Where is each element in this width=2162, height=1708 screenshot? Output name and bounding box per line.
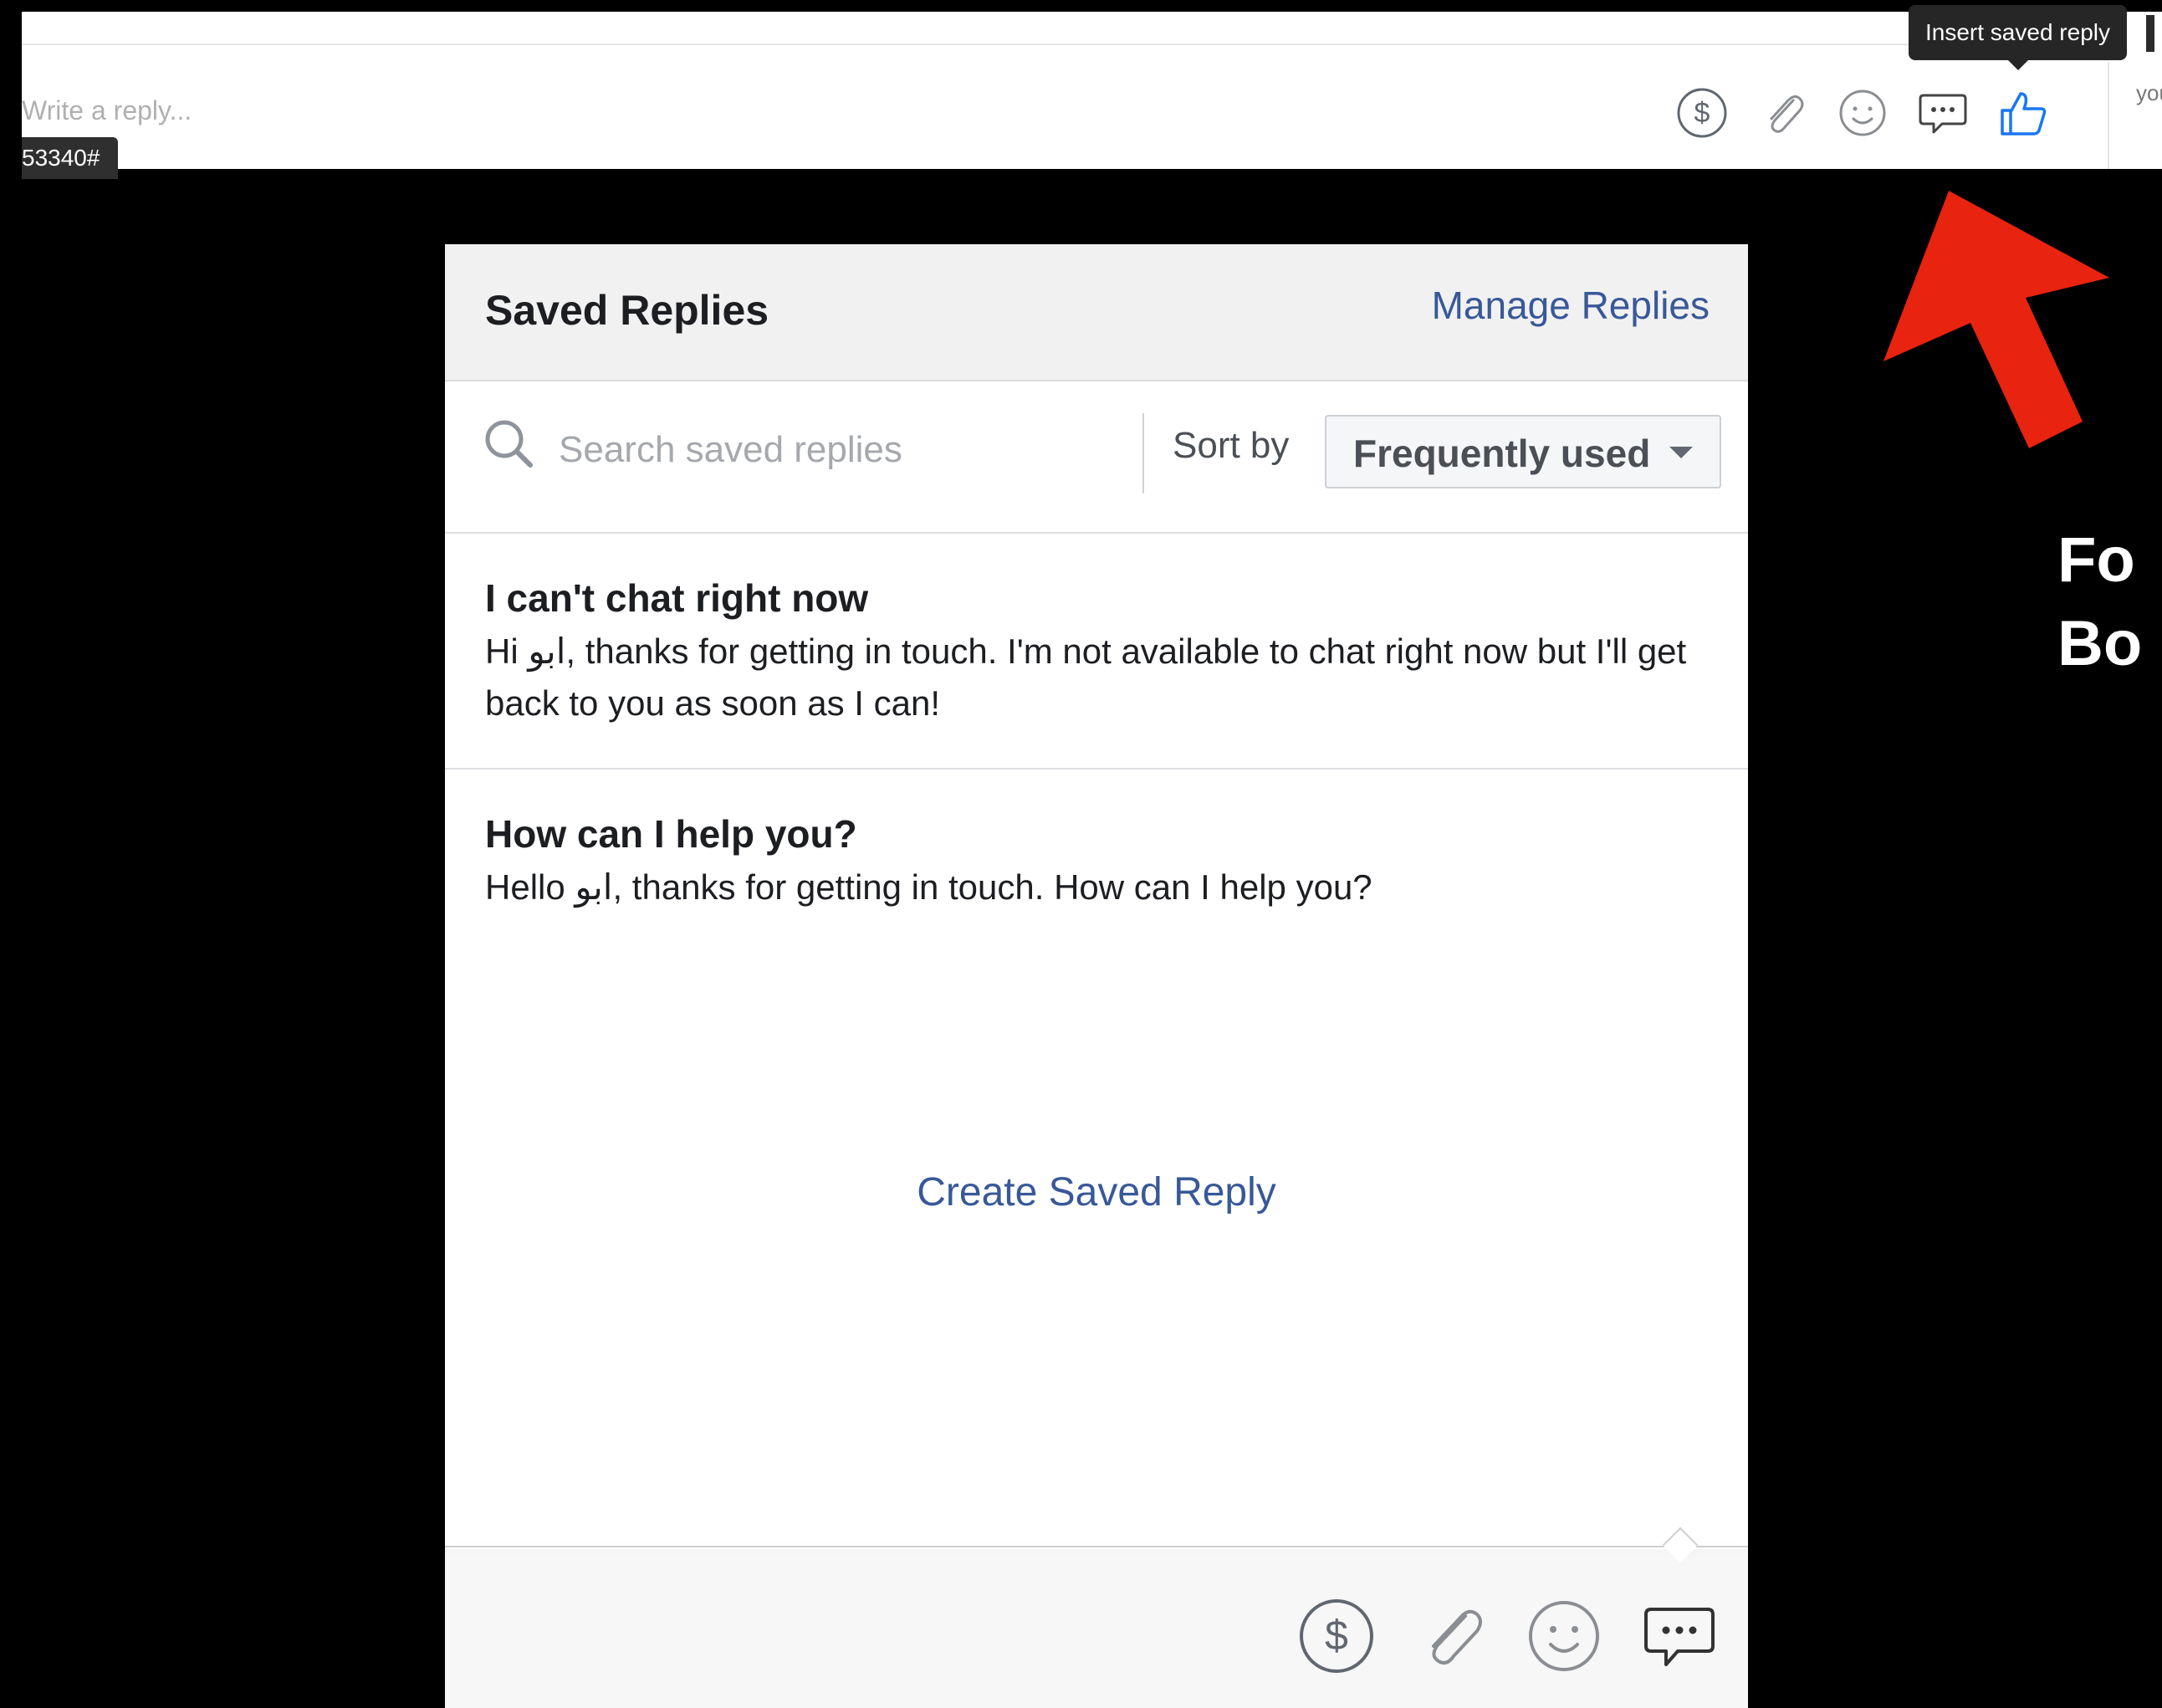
thumbs-up-icon[interactable] [1996,85,2051,141]
search-input[interactable] [559,425,1102,475]
tooltip-edge [2146,15,2154,52]
saved-reply-icon[interactable] [1915,85,1970,141]
sort-label: Sort by [1173,425,1290,466]
panel-header: Saved Replies Manage Replies [445,244,1748,381]
paperclip-icon[interactable] [1410,1596,1490,1676]
annotation-text: Fo Bo [2057,519,2142,686]
manage-replies-link[interactable]: Manage Replies [1432,283,1710,328]
side-panel-text: your [2136,80,2162,105]
svg-text:$: $ [1694,97,1710,129]
divider [22,43,2113,45]
divider [1142,413,1144,493]
smiley-icon[interactable] [1835,85,1890,141]
caret-down-icon [1669,447,1693,458]
saved-reply-item[interactable]: How can I help you? Hello ابو, thanks fo… [445,770,1748,937]
annotation-line-2: Bo [2057,608,2143,679]
saved-reply-icon[interactable] [1639,1596,1720,1676]
search-icon [485,420,533,468]
dollar-icon[interactable]: $ [1296,1596,1377,1676]
divider [2108,62,2109,169]
composer-bar: 53340# your $ [22,12,2162,179]
reply-title: How can I help you? [485,812,857,856]
reply-body: Hello ابو, thanks for getting in touch. … [485,867,1372,907]
dollar-icon[interactable]: $ [1674,85,1730,141]
annotation-line-1: Fo [2057,524,2135,596]
conversation-id-tag: 53340# [22,137,119,179]
sort-selected-value: Frequently used [1353,432,1651,475]
create-saved-reply-link[interactable]: Create Saved Reply [445,1169,1748,1215]
reply-body: Hi ابو, thanks for getting in touch. I'm… [485,632,1687,723]
paperclip-icon[interactable] [1755,85,1810,141]
red-arrow-icon [1883,191,2109,448]
divider [445,1546,1748,1547]
tooltip: Insert saved reply [1909,5,2127,70]
sort-dropdown[interactable]: Frequently used [1325,415,1721,488]
search-row: Sort by Frequently used [445,381,1748,534]
smiley-icon[interactable] [1524,1596,1604,1676]
reply-title: I can't chat right now [485,576,869,620]
svg-text:$: $ [1325,1612,1348,1659]
saved-reply-item[interactable]: I can't chat right now Hi ابو, thanks fo… [445,534,1748,770]
saved-replies-panel: Saved Replies Manage Replies Sort by Fre… [445,244,1748,1708]
panel-title: Saved Replies [485,287,769,334]
reply-input[interactable] [22,95,607,126]
